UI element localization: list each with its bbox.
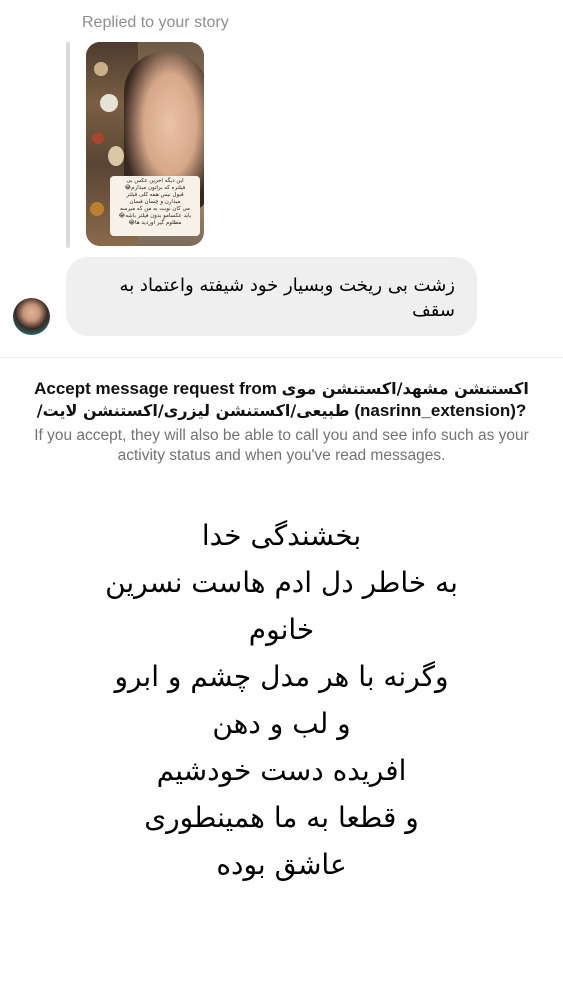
story-caption-line: میذارن و چسان فسان [129,199,181,205]
overlay-line: به خاطر دل ادم هاست نسرین [105,566,458,599]
request-title-prefix: Accept message request from [34,379,277,398]
sender-avatar[interactable] [13,298,50,335]
request-sender-username: (nasrinn_extension)? [354,401,527,420]
overlay-line: خانوم [248,613,315,646]
message-request-description: If you accept, they will also be able to… [34,427,529,464]
overlay-line: و لب و دهن [212,707,351,740]
story-thumbnail[interactable]: این دیگه اخرین عکس بی فیلتره که براتون م… [86,42,204,246]
story-caption: این دیگه اخرین عکس بی فیلتره که براتون م… [110,176,200,236]
story-caption-line: فیلتره که براتون میذارم😂 [124,185,186,191]
story-caption-line: باید عکسامو بدون فیلتر باشه😂 [118,213,192,219]
overlay-line: وگرنه با هر مدل چشم و ابرو [114,660,449,693]
replied-to-story-label: Replied to your story [82,14,229,31]
message-request-title: Accept message request from اکستنشن مشهد… [10,378,553,422]
overlay-line: بخشندگی خدا [201,519,362,552]
story-caption-line: این دیگه اخرین عکس بی [126,178,184,184]
story-caption-line: می کان نوبت به من که میرسه [119,206,191,212]
overlay-line: عاشق بوده [216,848,347,881]
story-caption-line: مظلوم گیر اوردید ها😂 [128,220,182,226]
overlay-line: و قطعا به ما همینطوری [144,801,419,834]
message-bubble[interactable]: زشت بی ریخت وبسیار خود شیفته واعتماد به … [66,257,477,336]
divider [0,357,563,358]
reply-indicator-bar [66,42,70,248]
dm-thread-screen: Replied to your story این دیگه اخرین عکس… [0,0,563,1000]
message-text: زشت بی ریخت وبسیار خود شیفته واعتماد به … [119,275,455,321]
overlay-line: افریده دست خودشیم [156,754,407,787]
story-caption-line: قبول نیس همه کلی فیلتر [126,192,184,198]
overlay-caption: بخشندگی خدا به خاطر دل ادم هاست نسرین خا… [30,512,533,888]
